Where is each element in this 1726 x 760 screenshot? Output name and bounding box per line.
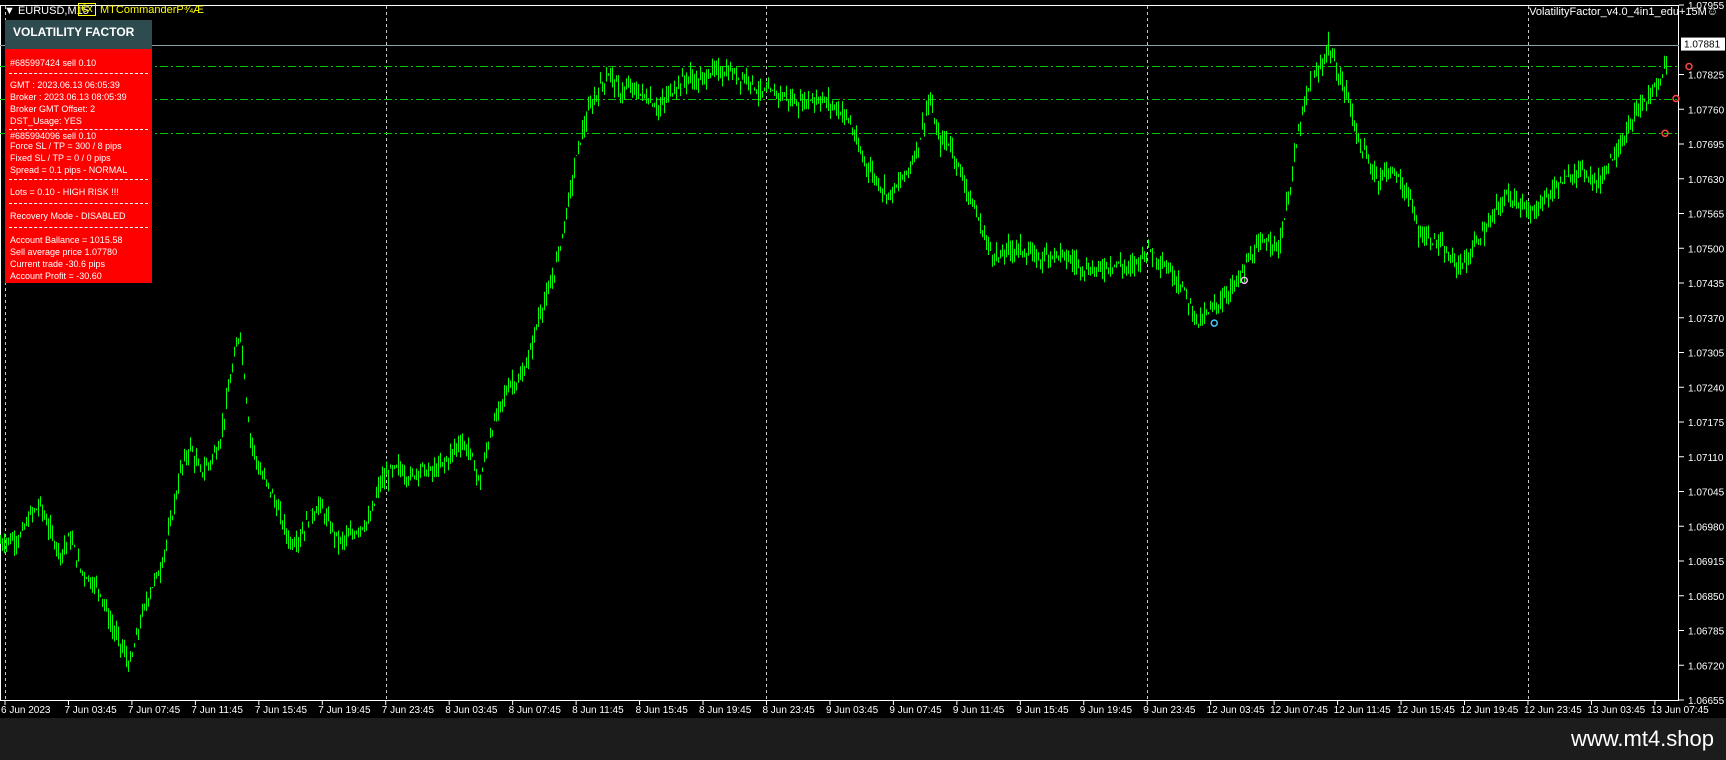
panel-spread: Spread = 0.1 pips - NORMAL xyxy=(10,165,128,175)
price-axis-label: 1.07240 xyxy=(1688,383,1725,394)
price-axis-label: 1.07565 xyxy=(1688,210,1725,221)
panel-separator xyxy=(9,203,148,204)
chart-title-bar: ▼ EURUSD,M15 €x MTCommanderP¾Æ Volatilit… xyxy=(0,0,1726,22)
time-axis-label: 7 Jun 07:45 xyxy=(128,705,181,716)
panel-lots: Lots = 0.10 - HIGH RISK !!! xyxy=(10,187,119,197)
time-axis-label: 9 Jun 19:45 xyxy=(1080,705,1133,716)
time-axis-label: 13 Jun 03:45 xyxy=(1587,705,1645,716)
time-axis-label: 7 Jun 11:45 xyxy=(191,705,243,716)
panel-recovery-mode: Recovery Mode - DISABLED xyxy=(10,211,126,221)
time-axis-label: 8 Jun 03:45 xyxy=(445,705,498,716)
price-axis-label: 1.06785 xyxy=(1688,627,1725,638)
price-axis-label: 1.07825 xyxy=(1688,71,1725,82)
price-axis-label: 1.07500 xyxy=(1688,244,1725,255)
time-axis-label: 8 Jun 15:45 xyxy=(636,705,689,716)
time-axis-label: 7 Jun 23:45 xyxy=(382,705,435,716)
panel-current-trade: Current trade -30.6 pips xyxy=(10,259,106,269)
time-axis-label: 8 Jun 11:45 xyxy=(572,705,624,716)
time-axis-label: 12 Jun 19:45 xyxy=(1461,705,1519,716)
price-axis-label: 1.07045 xyxy=(1688,488,1725,499)
price-axis-label: 1.07760 xyxy=(1688,105,1725,116)
current-price-label: 1.07881 xyxy=(1684,40,1721,51)
price-axis-label: 1.06720 xyxy=(1688,661,1725,672)
chart-frame xyxy=(0,5,1679,701)
price-axis-label: 1.06850 xyxy=(1688,592,1725,603)
price-axis-label: 1.07630 xyxy=(1688,175,1725,186)
time-axis-label: 9 Jun 11:45 xyxy=(953,705,1005,716)
panel-broker-time: Broker : 2023.06.13 08:05:39 xyxy=(10,92,127,102)
expert-advisor-icon[interactable]: €x xyxy=(78,3,96,16)
price-axis-label: 1.06980 xyxy=(1688,522,1725,533)
panel-dst-usage: DST_Usage: YES xyxy=(10,116,82,126)
panel-title: VOLATILITY FACTOR xyxy=(5,20,152,49)
time-axis-label: 7 Jun 03:45 xyxy=(64,705,117,716)
panel-force-sl-tp: Force SL / TP = 300 / 8 pips xyxy=(10,141,122,151)
panel-separator xyxy=(9,227,148,228)
time-axis-label: 7 Jun 19:45 xyxy=(318,705,371,716)
time-axis-label: 9 Jun 23:45 xyxy=(1143,705,1196,716)
panel-account-profit: Account Profit = -30.60 xyxy=(10,271,102,281)
panel-separator xyxy=(9,179,148,180)
trade-marker-icon xyxy=(1685,62,1693,71)
time-axis-label: 12 Jun 07:45 xyxy=(1270,705,1328,716)
time-axis-label: 8 Jun 23:45 xyxy=(762,705,815,716)
panel-fixed-sl-tp: Fixed SL / TP = 0 / 0 pips xyxy=(10,153,111,163)
price-chart[interactable]: 1.079551.078251.077601.076951.076301.075… xyxy=(0,0,1726,718)
panel-broker-offset: Broker GMT Offset: 2 xyxy=(10,104,96,114)
time-axis-label: 12 Jun 03:45 xyxy=(1207,705,1265,716)
price-axis-label: 1.07175 xyxy=(1688,418,1725,429)
time-axis-label: 9 Jun 15:45 xyxy=(1016,705,1069,716)
price-axis-label: 1.07695 xyxy=(1688,140,1725,151)
time-axis-label: 12 Jun 23:45 xyxy=(1524,705,1582,716)
volatility-factor-panel: VOLATILITY FACTOR #685997424 sell 0.10 G… xyxy=(5,20,152,283)
expert-advisor-name[interactable]: MTCommanderP¾Æ xyxy=(100,4,204,16)
price-axis-label: 1.07370 xyxy=(1688,314,1725,325)
watermark-text: www.mt4.shop xyxy=(1570,726,1714,751)
price-axis-label: 1.07435 xyxy=(1688,279,1725,290)
price-axis-label: 1.07305 xyxy=(1688,349,1725,360)
trade-marker-icon xyxy=(1210,319,1219,327)
time-axis-label: 9 Jun 03:45 xyxy=(826,705,879,716)
panel-separator xyxy=(9,129,148,130)
panel-account-balance: Account Ballance = 1015.58 xyxy=(10,235,123,245)
indicator-label: VolatilityFactor_v4.0_4in1_edu+15M☺ xyxy=(1529,6,1718,18)
price-axis-label: 1.06915 xyxy=(1688,557,1725,568)
time-axis-label: 9 Jun 07:45 xyxy=(889,705,942,716)
time-axis-label: 7 Jun 15:45 xyxy=(255,705,308,716)
chart-area[interactable]: 1.07955 1.07825 1.07760 1.07695 1.07630 1.075… xyxy=(0,0,1726,718)
time-axis-label: 12 Jun 11:45 xyxy=(1334,705,1392,716)
panel-order-line: #685997424 sell 0.10 xyxy=(10,58,97,68)
time-axis-label: 12 Jun 15:45 xyxy=(1397,705,1455,716)
panel-gmt-time: GMT : 2023.06.13 06:05:39 xyxy=(10,80,120,90)
time-axis-label: 6 Jun 2023 xyxy=(1,705,51,716)
watermark-bar: www.mt4.shop xyxy=(0,718,1726,760)
symbol-label[interactable]: ▼ EURUSD,M15 xyxy=(4,5,89,17)
time-axis-label: 8 Jun 07:45 xyxy=(509,705,562,716)
panel-separator xyxy=(9,73,148,74)
price-axis-label: 1.07110 xyxy=(1688,453,1724,464)
time-axis-label: 8 Jun 19:45 xyxy=(699,705,752,716)
time-axis-label: 13 Jun 07:45 xyxy=(1651,705,1709,716)
panel-sell-average: Sell average price 1.07780 xyxy=(10,247,118,257)
